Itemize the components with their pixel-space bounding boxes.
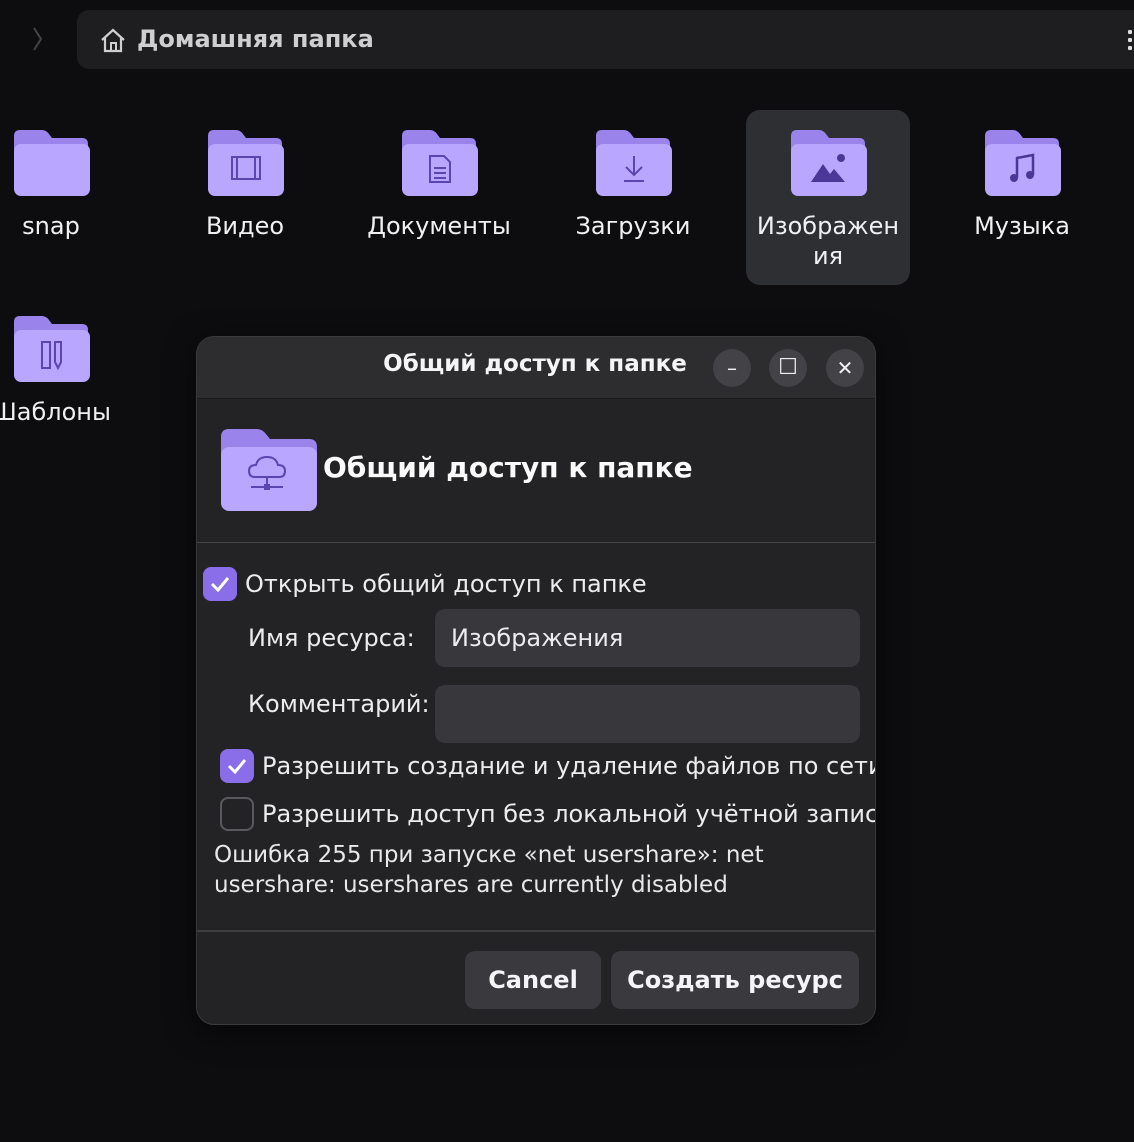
folder-videos-icon: [206, 128, 284, 198]
breadcrumb-home[interactable]: Домашняя папка: [137, 25, 374, 53]
file-item-music[interactable]: Музыка: [940, 110, 1104, 285]
file-label: Шаблоны: [0, 398, 111, 426]
share-name-input[interactable]: [435, 609, 860, 667]
minimize-button[interactable]: –: [713, 349, 751, 387]
dialog-heading-section: Общий доступ к папке: [197, 399, 875, 543]
share-folder-dialog: Общий доступ к папке – ☐ ✕ Общий доступ …: [196, 336, 876, 1025]
file-label: snap: [22, 212, 80, 240]
close-button[interactable]: ✕: [826, 349, 864, 387]
folder-templates-icon: [12, 314, 90, 384]
file-label: Документы: [367, 212, 511, 240]
error-message: Ошибка 255 при запуске «net usershare»: …: [214, 842, 764, 898]
allow-write-checkbox[interactable]: [220, 749, 254, 783]
file-label: Видео: [205, 212, 285, 240]
guest-access-checkbox[interactable]: [220, 797, 254, 831]
file-item-videos[interactable]: Видео: [163, 110, 327, 285]
comment-field[interactable]: [435, 685, 860, 743]
cancel-button[interactable]: Cancel: [465, 951, 601, 1009]
share-folder-checkbox[interactable]: [203, 567, 237, 601]
share-folder-label[interactable]: Открыть общий доступ к папке: [245, 570, 647, 598]
kebab-menu-icon[interactable]: [1128, 30, 1134, 50]
guest-access-label[interactable]: Разрешить доступ без локальной учётной з…: [262, 800, 875, 828]
file-label: Музыка: [974, 212, 1070, 240]
folder-documents-icon: [400, 128, 478, 198]
folder-music-icon: [983, 128, 1061, 198]
comment-input[interactable]: [435, 685, 860, 743]
file-item-downloads[interactable]: Загрузки: [551, 110, 715, 285]
file-item-pictures[interactable]: Изображения: [746, 110, 910, 285]
chevron-right-icon[interactable]: [26, 24, 50, 54]
share-name-label: Имя ресурса:: [248, 624, 415, 652]
create-share-button[interactable]: Создать ресурс: [611, 951, 859, 1009]
allow-write-label[interactable]: Разрешить создание и удаление файлов по …: [262, 752, 875, 780]
maximize-button[interactable]: ☐: [769, 349, 807, 387]
dialog-heading: Общий доступ к папке: [323, 451, 693, 484]
home-icon: [99, 26, 127, 54]
dialog-titlebar[interactable]: Общий доступ к папке – ☐ ✕: [197, 337, 875, 399]
comment-label: Комментарий:: [248, 690, 430, 718]
file-item-documents[interactable]: Документы: [357, 110, 521, 285]
footer-divider: [197, 930, 875, 932]
folder-network-icon: [219, 427, 319, 513]
location-bar[interactable]: Домашняя папка: [77, 10, 1134, 69]
share-name-field[interactable]: [435, 609, 860, 667]
file-label: Изображения: [756, 212, 900, 270]
header-bar: Домашняя папка: [0, 0, 1134, 80]
folder-icon: [12, 128, 90, 198]
folder-downloads-icon: [594, 128, 672, 198]
file-label: Загрузки: [575, 212, 691, 240]
folder-pictures-icon: [789, 128, 867, 198]
file-item-snap[interactable]: snap: [0, 110, 133, 285]
file-item-templates[interactable]: Шаблоны: [0, 296, 133, 471]
